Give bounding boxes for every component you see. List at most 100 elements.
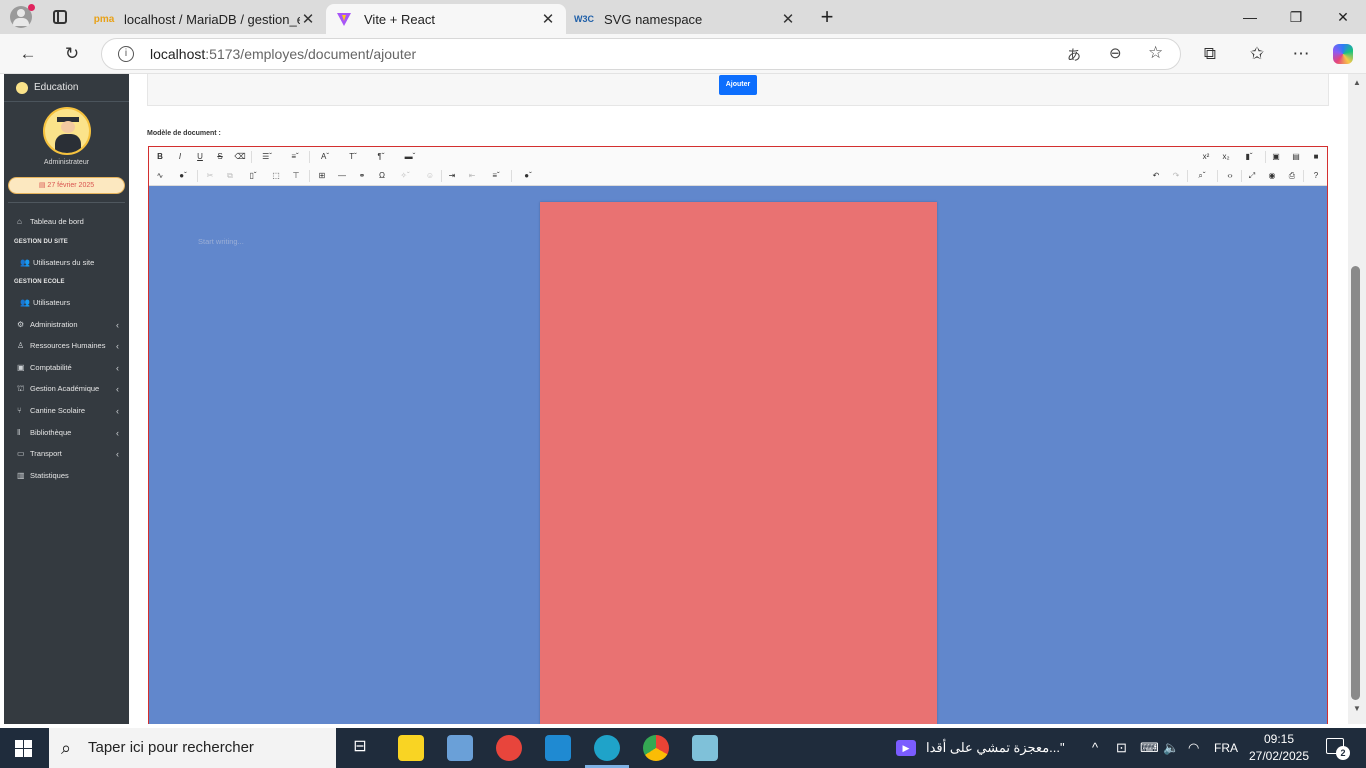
close-window-icon[interactable]: ✕ bbox=[1320, 4, 1366, 30]
new-tab-icon[interactable]: + bbox=[816, 4, 838, 30]
taskbar-search-input[interactable]: ⌕ Taper ici pour rechercher bbox=[49, 728, 336, 768]
image-icon[interactable]: ▣ bbox=[1269, 150, 1283, 164]
scroll-up-icon[interactable]: ▲ bbox=[1348, 78, 1366, 87]
undo-icon[interactable]: ↶ bbox=[1149, 169, 1163, 183]
strikethrough-icon[interactable]: S bbox=[213, 150, 227, 164]
align-icon[interactable]: ≡ˇ bbox=[485, 169, 507, 183]
wifi-icon[interactable]: ◠ bbox=[1188, 728, 1199, 768]
format-painter-icon[interactable]: ⊤ bbox=[289, 169, 303, 183]
sidebar-item-administration[interactable]: ⚙ Administration ‹ bbox=[4, 315, 129, 335]
sidebar-item-utilisateurs-du-site[interactable]: 👥 Utilisateurs du site bbox=[4, 253, 129, 273]
cut-icon[interactable]: ✂ bbox=[203, 169, 217, 183]
microphone-icon[interactable]: ●ˇ bbox=[173, 169, 193, 183]
fullscreen-icon[interactable]: ⤢ bbox=[1245, 169, 1259, 183]
volume-icon[interactable]: 🔈 bbox=[1163, 728, 1179, 768]
redo-icon[interactable]: ↷ bbox=[1169, 169, 1183, 183]
scroll-down-icon[interactable]: ▼ bbox=[1348, 704, 1366, 713]
print-icon[interactable]: ⎙ bbox=[1285, 169, 1299, 183]
more-options-icon[interactable]: ⋯ bbox=[1287, 40, 1315, 68]
page-scrollbar[interactable]: ▲ ▼ bbox=[1348, 74, 1366, 724]
clock[interactable]: 09:15 27/02/2025 bbox=[1248, 731, 1310, 765]
sidebar-item-bibliotheque[interactable]: ‖ Bibliothèque ‹ bbox=[4, 423, 129, 443]
sidebar-item-tableau-de-bord[interactable]: ⌂ Tableau de bord bbox=[4, 212, 129, 232]
input-method-icon[interactable]: ⌨ bbox=[1140, 728, 1159, 768]
sidebar-item-cantine-scolaire[interactable]: ⑂ Cantine Scolaire ‹ bbox=[4, 401, 129, 421]
special-char-icon[interactable]: Ω bbox=[375, 169, 389, 183]
favorites-icon[interactable]: ✩ bbox=[1243, 40, 1271, 68]
eraser-icon[interactable]: ⌫ bbox=[233, 150, 247, 164]
favorite-star-icon[interactable]: ☆ bbox=[1148, 43, 1163, 63]
color-icon[interactable]: ●ˇ bbox=[517, 169, 539, 183]
add-button[interactable]: Ajouter bbox=[719, 75, 757, 95]
extensions-icon[interactable]: ⧉ bbox=[1196, 40, 1224, 68]
sidebar-item-statistiques[interactable]: ▥ Statistiques bbox=[4, 466, 129, 486]
sidebar-item-comptabilite[interactable]: ▣ Comptabilité ‹ bbox=[4, 358, 129, 378]
chrome-icon[interactable] bbox=[643, 735, 669, 761]
task-view-icon[interactable]: ⊟ bbox=[349, 736, 371, 758]
tab-actions-icon[interactable] bbox=[53, 10, 67, 24]
select-all-icon[interactable]: ⬚ bbox=[269, 169, 283, 183]
font-size-icon[interactable]: Tˇ bbox=[343, 150, 363, 164]
close-tab-icon[interactable]: ✕ bbox=[540, 10, 556, 28]
spellcheck-icon[interactable]: ∿ bbox=[153, 169, 167, 183]
language-indicator[interactable]: FRA bbox=[1214, 728, 1238, 768]
url-text[interactable]: localhost:5173/employes/document/ajouter bbox=[150, 46, 416, 62]
refresh-icon[interactable]: ↻ bbox=[58, 40, 86, 68]
windows-start-icon[interactable] bbox=[15, 740, 32, 757]
sticky-notes-icon[interactable] bbox=[398, 735, 424, 761]
horizontal-rule-icon[interactable]: — bbox=[335, 169, 349, 183]
paste-icon[interactable]: ▯ˇ bbox=[243, 169, 263, 183]
italic-icon[interactable]: I bbox=[173, 150, 187, 164]
scroll-thumb[interactable] bbox=[1351, 266, 1360, 700]
sidebar-item-utilisateurs[interactable]: 👥 Utilisateurs bbox=[4, 293, 129, 313]
restore-icon[interactable]: ❐ bbox=[1273, 4, 1319, 30]
underline-icon[interactable]: U bbox=[193, 150, 207, 164]
source-code-icon[interactable]: ‹› bbox=[1223, 169, 1237, 183]
notepad-icon[interactable] bbox=[692, 735, 718, 761]
sidebar-item-gestion-academique[interactable]: ⛫ Gestion Académique ‹ bbox=[4, 379, 129, 399]
network-adapter-icon[interactable]: ⊡ bbox=[1116, 728, 1127, 768]
editor-placeholder[interactable]: Start writing... bbox=[198, 237, 244, 246]
sidebar-item-ressources-humaines[interactable]: ♙ Ressources Humaines ‹ bbox=[4, 336, 129, 356]
brand-link[interactable]: Education bbox=[4, 74, 129, 102]
profile-icon[interactable] bbox=[10, 4, 35, 28]
document-page[interactable] bbox=[540, 202, 937, 724]
link-icon[interactable]: ⚭ bbox=[355, 169, 369, 183]
indent-icon[interactable]: ⇥ bbox=[445, 169, 459, 183]
media-title[interactable]: "...معجزة تمشي على أقدا bbox=[926, 728, 1065, 768]
subscript-icon[interactable]: x₂ bbox=[1219, 150, 1233, 164]
tab-svg-namespace[interactable]: W3C SVG namespace ✕ bbox=[566, 4, 806, 34]
media-play-icon[interactable]: ▶ bbox=[896, 740, 916, 756]
zoom-icon[interactable]: ⊖ bbox=[1109, 44, 1122, 62]
tab-phpmyadmin[interactable]: pma localhost / MariaDB / gestion_eco ✕ bbox=[86, 4, 326, 34]
close-tab-icon[interactable]: ✕ bbox=[300, 10, 316, 28]
numbered-list-icon[interactable]: ≡ˇ bbox=[285, 150, 305, 164]
ai-assistant-icon[interactable]: ✧ˇ bbox=[395, 169, 415, 183]
address-bar[interactable]: i localhost:5173/employes/document/ajout… bbox=[101, 38, 1181, 70]
read-aloud-icon[interactable]: あ bbox=[1067, 45, 1081, 65]
paragraph-icon[interactable]: ¶ˇ bbox=[371, 150, 391, 164]
table-icon[interactable]: ⊞ bbox=[315, 169, 329, 183]
tab-vite-react[interactable]: Vite + React ✕ bbox=[326, 4, 566, 34]
outdent-icon[interactable]: ⇤ bbox=[465, 169, 479, 183]
line-height-icon[interactable]: ▬ˇ bbox=[399, 150, 421, 164]
video-icon[interactable]: ■ bbox=[1309, 150, 1323, 164]
search-icon[interactable]: ⌕ˇ bbox=[1191, 169, 1213, 183]
wps-office-icon[interactable] bbox=[496, 735, 522, 761]
minimize-icon[interactable]: — bbox=[1227, 4, 1273, 30]
clipboard-icon[interactable]: ▮ˇ bbox=[1239, 150, 1259, 164]
help-icon[interactable]: ? bbox=[1309, 169, 1323, 183]
vscode-icon[interactable] bbox=[545, 735, 571, 761]
copy-icon[interactable]: ⧉ bbox=[223, 169, 237, 183]
file-icon[interactable]: ▤ bbox=[1289, 150, 1303, 164]
superscript-icon[interactable]: x² bbox=[1199, 150, 1213, 164]
copilot-icon[interactable] bbox=[1333, 44, 1353, 64]
font-icon[interactable]: Aˇ bbox=[315, 150, 335, 164]
preview-icon[interactable]: ◉ bbox=[1265, 169, 1279, 183]
emoji-icon[interactable]: ☺ bbox=[423, 169, 437, 183]
site-info-icon[interactable]: i bbox=[118, 46, 134, 62]
show-hidden-icons-icon[interactable]: ^ bbox=[1092, 728, 1098, 768]
back-icon[interactable]: ← bbox=[14, 40, 42, 68]
bold-icon[interactable]: B bbox=[153, 150, 167, 164]
tools-app-icon[interactable] bbox=[447, 735, 473, 761]
